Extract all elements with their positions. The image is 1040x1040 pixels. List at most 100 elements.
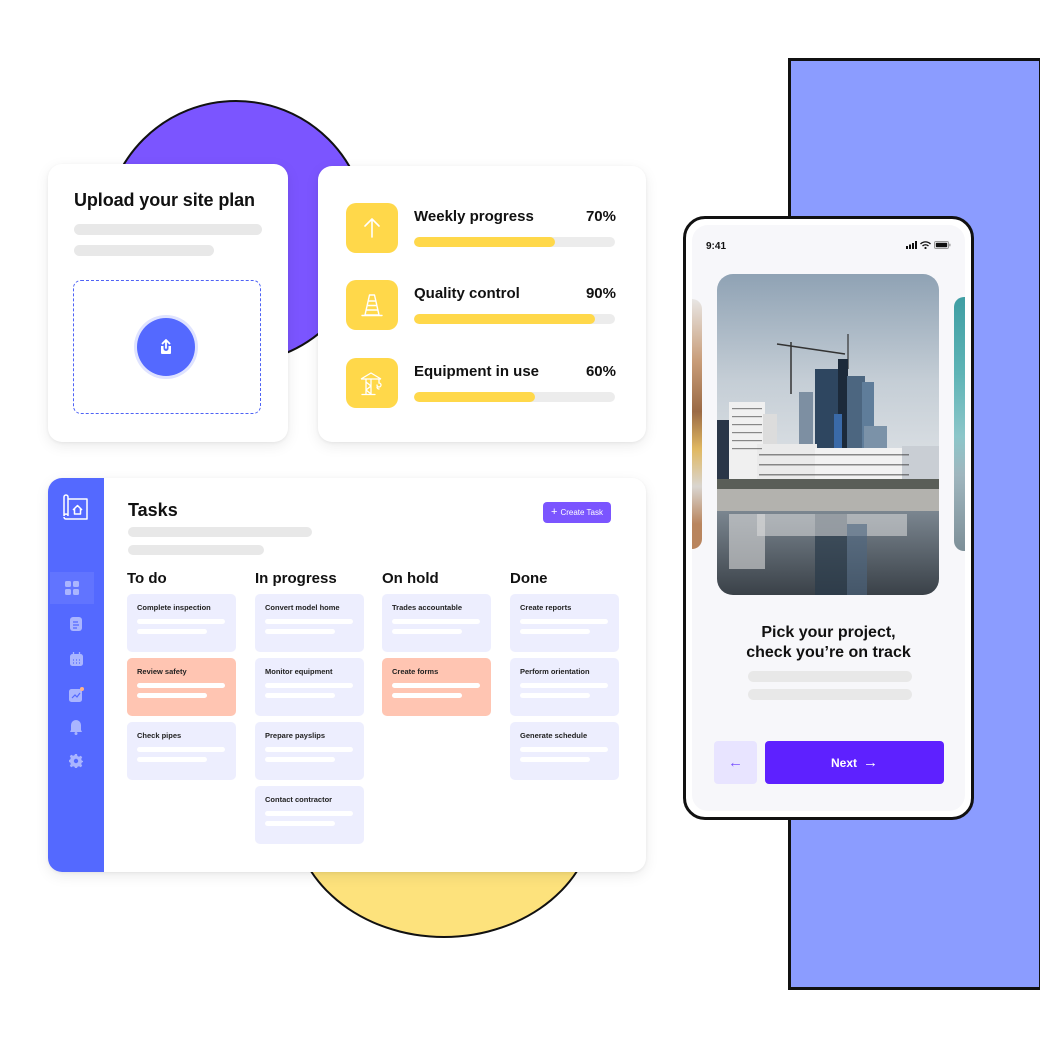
progress-bar-fill xyxy=(414,314,595,324)
progress-label: Quality control xyxy=(414,285,520,302)
calendar-icon xyxy=(69,652,83,666)
next-label: Next xyxy=(830,755,857,770)
task-label: Create reports xyxy=(520,603,572,612)
task-card[interactable]: Complete inspection xyxy=(127,594,236,652)
task-card[interactable]: Monitor equipment xyxy=(255,658,364,716)
signal-icon xyxy=(906,241,917,249)
phone-mockup: 9:41 Pick your project, check you’re on … xyxy=(683,216,974,820)
sidebar-item-dashboard[interactable] xyxy=(50,572,94,604)
sidebar-item-calendar[interactable] xyxy=(48,643,104,675)
progress-row-equipment: Equipment in use 60% xyxy=(346,358,616,408)
create-task-button[interactable]: + Create Task xyxy=(543,502,611,523)
project-photo[interactable] xyxy=(717,274,939,595)
plus-icon: + xyxy=(551,506,558,518)
sidebar xyxy=(48,478,104,872)
task-label: Contact contractor xyxy=(265,795,333,804)
task-label: Create forms xyxy=(392,667,439,676)
column-in-progress: In progress Convert model home Monitor e… xyxy=(255,570,365,850)
task-card[interactable]: Check pipes xyxy=(127,722,236,780)
upload-button[interactable] xyxy=(134,315,198,379)
task-label: Prepare payslips xyxy=(265,731,326,740)
task-card[interactable]: Review safety xyxy=(127,658,236,716)
placeholder-line xyxy=(74,245,214,256)
column-title: On hold xyxy=(382,570,439,587)
task-label: Convert model home xyxy=(265,603,340,612)
progress-row-quality: Quality control 90% xyxy=(346,280,616,330)
progress-row-weekly: Weekly progress 70% xyxy=(346,203,616,253)
sidebar-item-documents[interactable] xyxy=(48,608,104,640)
progress-bar-fill xyxy=(414,237,555,247)
project-photo-previous[interactable] xyxy=(692,299,702,549)
placeholder-line xyxy=(128,545,264,555)
progress-label: Weekly progress xyxy=(414,208,534,225)
progress-value: 70% xyxy=(585,208,616,225)
next-button[interactable]: Next → xyxy=(765,741,944,784)
document-icon xyxy=(70,617,82,631)
task-label: Monitor equipment xyxy=(265,667,333,676)
back-button[interactable]: ← xyxy=(714,741,757,784)
city-skyline-photo xyxy=(717,274,939,595)
tasks-title: Tasks xyxy=(128,500,178,520)
file-dropzone[interactable] xyxy=(73,280,261,414)
battery-icon xyxy=(934,241,951,249)
task-label: Check pipes xyxy=(137,731,182,740)
column-on-hold: On hold Trades accountable Create forms xyxy=(382,570,492,722)
task-card[interactable]: Generate schedule xyxy=(510,722,619,780)
status-icons xyxy=(906,241,951,249)
progress-bar xyxy=(414,237,615,247)
blueprint-home-icon[interactable] xyxy=(61,494,91,522)
progress-label: Equipment in use xyxy=(414,363,540,380)
create-task-label: Create Task xyxy=(560,508,603,517)
progress-value: 90% xyxy=(585,285,616,302)
task-label: Complete inspection xyxy=(137,603,211,612)
task-card[interactable]: Prepare payslips xyxy=(255,722,364,780)
gear-icon xyxy=(69,754,83,768)
upload-card-title: Upload your site plan xyxy=(74,190,255,210)
bell-icon xyxy=(70,719,82,735)
task-card[interactable]: Trades accountable xyxy=(382,594,491,652)
tasks-board-card: Tasks + Create Task To do Complete inspe… xyxy=(48,478,646,872)
phone-heading-line: Pick your project, xyxy=(761,624,896,641)
placeholder-line xyxy=(128,527,312,537)
task-label: Trades accountable xyxy=(392,603,463,612)
wifi-icon xyxy=(920,241,931,249)
sidebar-item-settings[interactable] xyxy=(48,745,104,777)
task-card[interactable]: Perform orientation xyxy=(510,658,619,716)
task-card[interactable]: Create forms xyxy=(382,658,491,716)
upload-icon xyxy=(161,339,171,354)
progress-bar-fill xyxy=(414,392,535,402)
arrow-right-icon: → xyxy=(863,754,878,771)
task-label: Perform orientation xyxy=(520,667,590,676)
column-title: To do xyxy=(127,570,167,587)
sidebar-item-notifications[interactable] xyxy=(48,711,104,743)
column-title: In progress xyxy=(255,570,337,587)
chart-icon xyxy=(68,686,84,702)
progress-bar xyxy=(414,392,615,402)
task-card[interactable]: Create reports xyxy=(510,594,619,652)
placeholder-line xyxy=(748,689,912,700)
column-title: Done xyxy=(510,570,548,587)
phone-heading-line: check you’re on track xyxy=(746,644,911,661)
arrow-up-icon xyxy=(364,218,380,238)
task-label: Generate schedule xyxy=(520,731,588,740)
status-time: 9:41 xyxy=(706,241,727,252)
task-card[interactable]: Convert model home xyxy=(255,594,364,652)
phone-heading: Pick your project, check you’re on track xyxy=(692,623,965,663)
arrow-left-icon: ← xyxy=(728,754,743,771)
task-label: Review safety xyxy=(137,667,187,676)
project-photo-next[interactable] xyxy=(954,297,965,551)
column-done: Done Create reports Perform orientation … xyxy=(510,570,620,786)
sidebar-item-analytics[interactable] xyxy=(48,678,104,710)
phone-screen: 9:41 Pick your project, check you’re on … xyxy=(692,225,965,811)
upload-site-plan-card: Upload your site plan xyxy=(48,164,288,442)
placeholder-line xyxy=(748,671,912,682)
grid-icon xyxy=(65,581,79,595)
column-to-do: To do Complete inspection Review safety … xyxy=(127,570,237,786)
progress-card: Weekly progress 70% Quality control 90% … xyxy=(318,166,646,442)
progress-value: 60% xyxy=(585,363,616,380)
crane-icon xyxy=(360,372,382,396)
progress-bar xyxy=(414,314,615,324)
task-card[interactable]: Contact contractor xyxy=(255,786,364,844)
traffic-cone-icon xyxy=(361,294,383,317)
placeholder-line xyxy=(74,224,262,235)
